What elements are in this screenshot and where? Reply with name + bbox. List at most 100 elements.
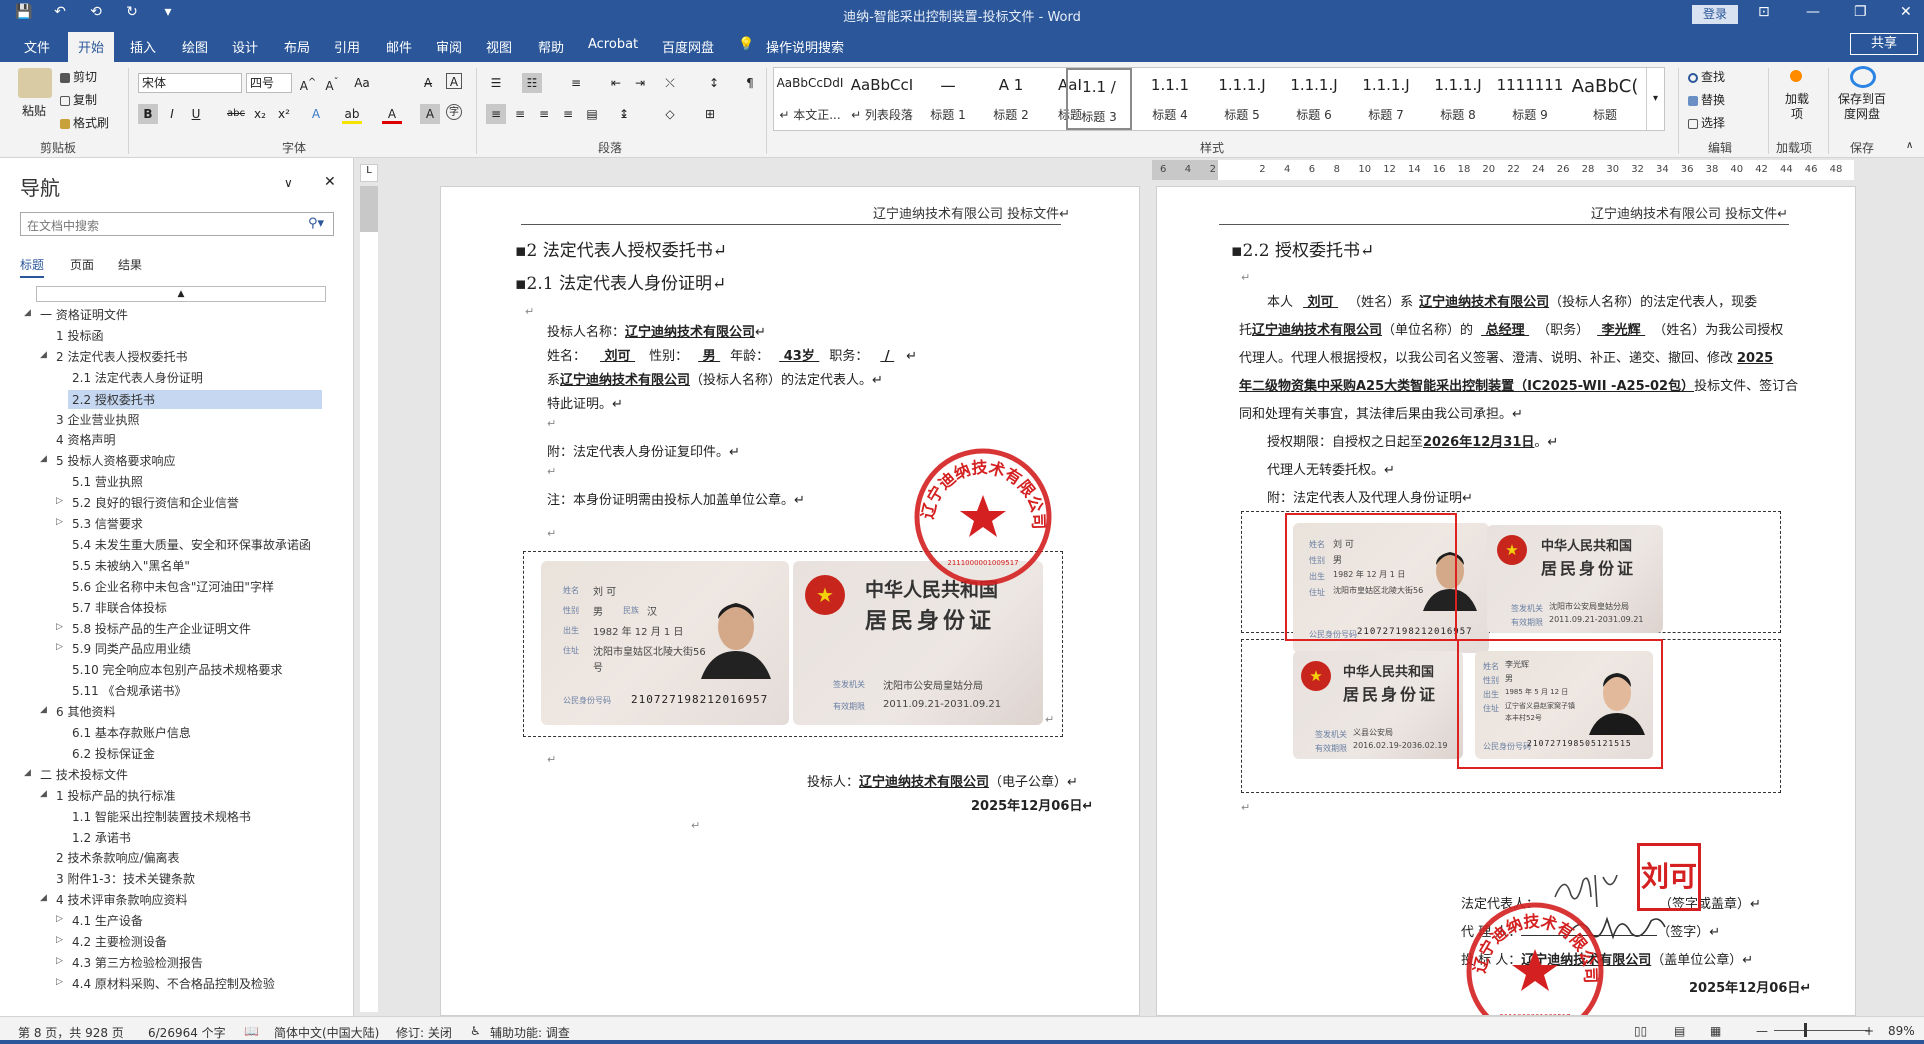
nav-heading-item[interactable]: 4.4 原材料采购、不合格品控制及检验 [72,975,275,992]
nav-expand-icon[interactable]: ▷ [56,956,63,966]
proofing-icon[interactable]: 📖 [244,1024,259,1038]
read-mode-icon[interactable]: ▯▯ [1634,1024,1647,1038]
nav-heading-item[interactable]: 4.1 生产设备 [72,912,143,929]
styles-more-icon[interactable]: ▾ [1646,68,1664,130]
zoom-slider[interactable] [1774,1030,1870,1031]
nav-heading-item[interactable]: 1 投标函 [56,327,103,344]
nav-heading-item[interactable]: 5.9 同类产品应用业绩 [72,640,191,657]
nav-options-icon[interactable]: ∨ [284,176,293,190]
justify-icon[interactable]: ≡ [558,104,578,124]
restore-icon[interactable]: ❐ [1854,4,1867,20]
style-heading-7[interactable]: 1.1.1.J 标题 7 [1350,68,1422,130]
shrink-font-icon[interactable]: Aˇ [322,73,342,93]
style-title-2[interactable]: AaBbC(标题 [1566,68,1644,130]
share-button[interactable]: 共享 [1850,33,1918,55]
nav-expand-icon[interactable]: ◢ [40,350,47,360]
copy-button[interactable]: 复制 [60,91,97,108]
nav-heading-item[interactable]: 2 法定代表人授权委托书 [56,348,187,365]
shading-icon[interactable]: ◇ [660,104,680,124]
nav-heading-item[interactable]: 5.7 非联合体投标 [72,599,167,616]
nav-expand-icon[interactable]: ◢ [40,705,47,715]
nav-heading-item[interactable]: 3 企业营业执照 [56,411,139,428]
nav-expand-icon[interactable]: ◢ [40,454,47,464]
print-layout-icon[interactable]: ▤ [1674,1024,1685,1038]
addins-icon[interactable] [1790,70,1802,82]
subscript-icon[interactable]: x₂ [250,104,270,124]
style-heading-8[interactable]: 1.1.1.J 标题 8 [1422,68,1494,130]
nav-heading-item[interactable]: 2 技术条款响应/偏离表 [56,849,180,866]
nav-heading-item[interactable]: 二 技术投标文件 [40,766,128,783]
replace-button[interactable]: 替换 [1688,91,1725,108]
accessibility-status[interactable]: 辅助功能: 调查 [490,1024,570,1041]
track-changes[interactable]: 修订: 关闭 [396,1024,452,1041]
nav-heading-item[interactable]: 4 资格声明 [56,431,115,448]
tab-home[interactable]: 开始 [68,32,115,62]
line-spacing-icon[interactable]: ↨ [614,104,634,124]
tab-review[interactable]: 审阅 [436,37,462,56]
nav-expand-icon[interactable]: ▷ [56,935,63,945]
nav-heading-item[interactable]: 4.3 第三方检验检测报告 [72,954,203,971]
nav-heading-item[interactable]: 5.8 投标产品的生产企业证明文件 [72,620,251,637]
align-left-icon[interactable]: ≡ [486,104,506,124]
search-icon[interactable]: ⚲▾ [308,216,324,231]
style-heading-3[interactable]: 1.1 /标题 3 [1066,68,1132,130]
distribute-icon[interactable]: ▤ [582,104,602,124]
zoom-out-icon[interactable]: — [1756,1024,1768,1038]
nav-heading-item[interactable]: 2.2 授权委托书 [68,389,322,409]
enclose-char-icon[interactable]: 字 [446,104,462,120]
increase-indent-icon[interactable]: ⇥ [630,73,650,93]
nav-heading-item[interactable]: 4 技术评审条款响应资料 [56,891,187,908]
collapse-ribbon-icon[interactable]: ∧ [1906,140,1913,151]
bold-icon[interactable]: B [138,104,158,124]
change-case-icon[interactable]: Aa [352,73,372,93]
style-heading-5[interactable]: 1.1.1.J 标题 5 [1206,68,1278,130]
nav-expand-icon[interactable]: ▷ [56,977,63,987]
show-marks-icon[interactable]: ¶ [740,73,760,93]
ribbon-display-icon[interactable]: ⊡ [1758,4,1770,20]
nav-heading-item[interactable]: 1 投标产品的执行标准 [56,787,175,804]
multilevel-list-icon[interactable]: ≡ [566,73,586,93]
find-button[interactable]: 查找 [1688,68,1725,85]
nav-heading-item[interactable]: 5.11 《合规承诺书》 [72,682,187,699]
tab-view[interactable]: 视图 [486,37,512,56]
italic-icon[interactable]: I [162,104,182,124]
nav-expand-icon[interactable]: ▷ [56,517,63,527]
nav-expand-icon[interactable]: ▷ [56,914,63,924]
tab-layout[interactable]: 布局 [284,37,310,56]
nav-expand-icon[interactable]: ▷ [56,622,63,632]
paste-icon[interactable] [18,68,52,98]
nav-heading-item[interactable]: 2.1 法定代表人身份证明 [72,369,203,386]
nav-heading-item[interactable]: 5.3 信誉要求 [72,515,143,532]
char-border-icon[interactable]: A [446,73,462,89]
zoom-slider-thumb[interactable] [1804,1023,1807,1037]
nav-heading-item[interactable]: 1.1 智能采出控制装置技术规格书 [72,808,251,825]
save-to-baidu-button[interactable]: 保存到百度网盘 [1836,92,1888,122]
tab-acrobat[interactable]: Acrobat [588,37,638,52]
style-list-paragraph[interactable]: AaBbCcI ↵ 列表段落 [846,68,918,130]
nav-heading-item[interactable]: 5.4 未发生重大质量、安全和环保事故承诺函 [72,536,311,553]
nav-expand-icon[interactable]: ▷ [56,642,63,652]
cut-button[interactable]: 剪切 [60,68,97,85]
highlight-icon[interactable]: ab [342,104,362,124]
tab-insert[interactable]: 插入 [130,37,156,56]
clear-format-icon[interactable]: A̶ [418,73,438,93]
nav-expand-icon[interactable]: ◢ [40,789,47,799]
vertical-ruler[interactable] [360,186,378,1012]
nav-heading-item[interactable]: 3 附件1-3：技术关键条款 [56,870,195,887]
font-color-icon[interactable]: A [382,104,402,124]
addins-button[interactable]: 加载项 [1782,92,1812,122]
font-name-select[interactable]: 宋体 [138,73,242,93]
select-button[interactable]: 选择 [1688,114,1725,131]
style-heading-6[interactable]: 1.1.1.J 标题 6 [1278,68,1350,130]
nav-expand-icon[interactable]: ◢ [40,893,47,903]
nav-heading-item[interactable]: 6.2 投标保证金 [72,745,155,762]
tab-design[interactable]: 设计 [232,37,258,56]
style-heading-2[interactable]: A 1 标题 2 [978,68,1044,130]
nav-expand-icon[interactable]: ▷ [56,496,63,506]
chinese-layout-icon[interactable]: ⤬ [660,73,680,93]
tab-references[interactable]: 引用 [334,37,360,56]
nav-tab-pages[interactable]: 页面 [70,256,94,273]
tab-selector[interactable]: L [360,164,378,182]
strikethrough-icon[interactable]: abc [226,104,246,124]
page-count[interactable]: 第 8 页，共 928 页 [18,1024,124,1041]
